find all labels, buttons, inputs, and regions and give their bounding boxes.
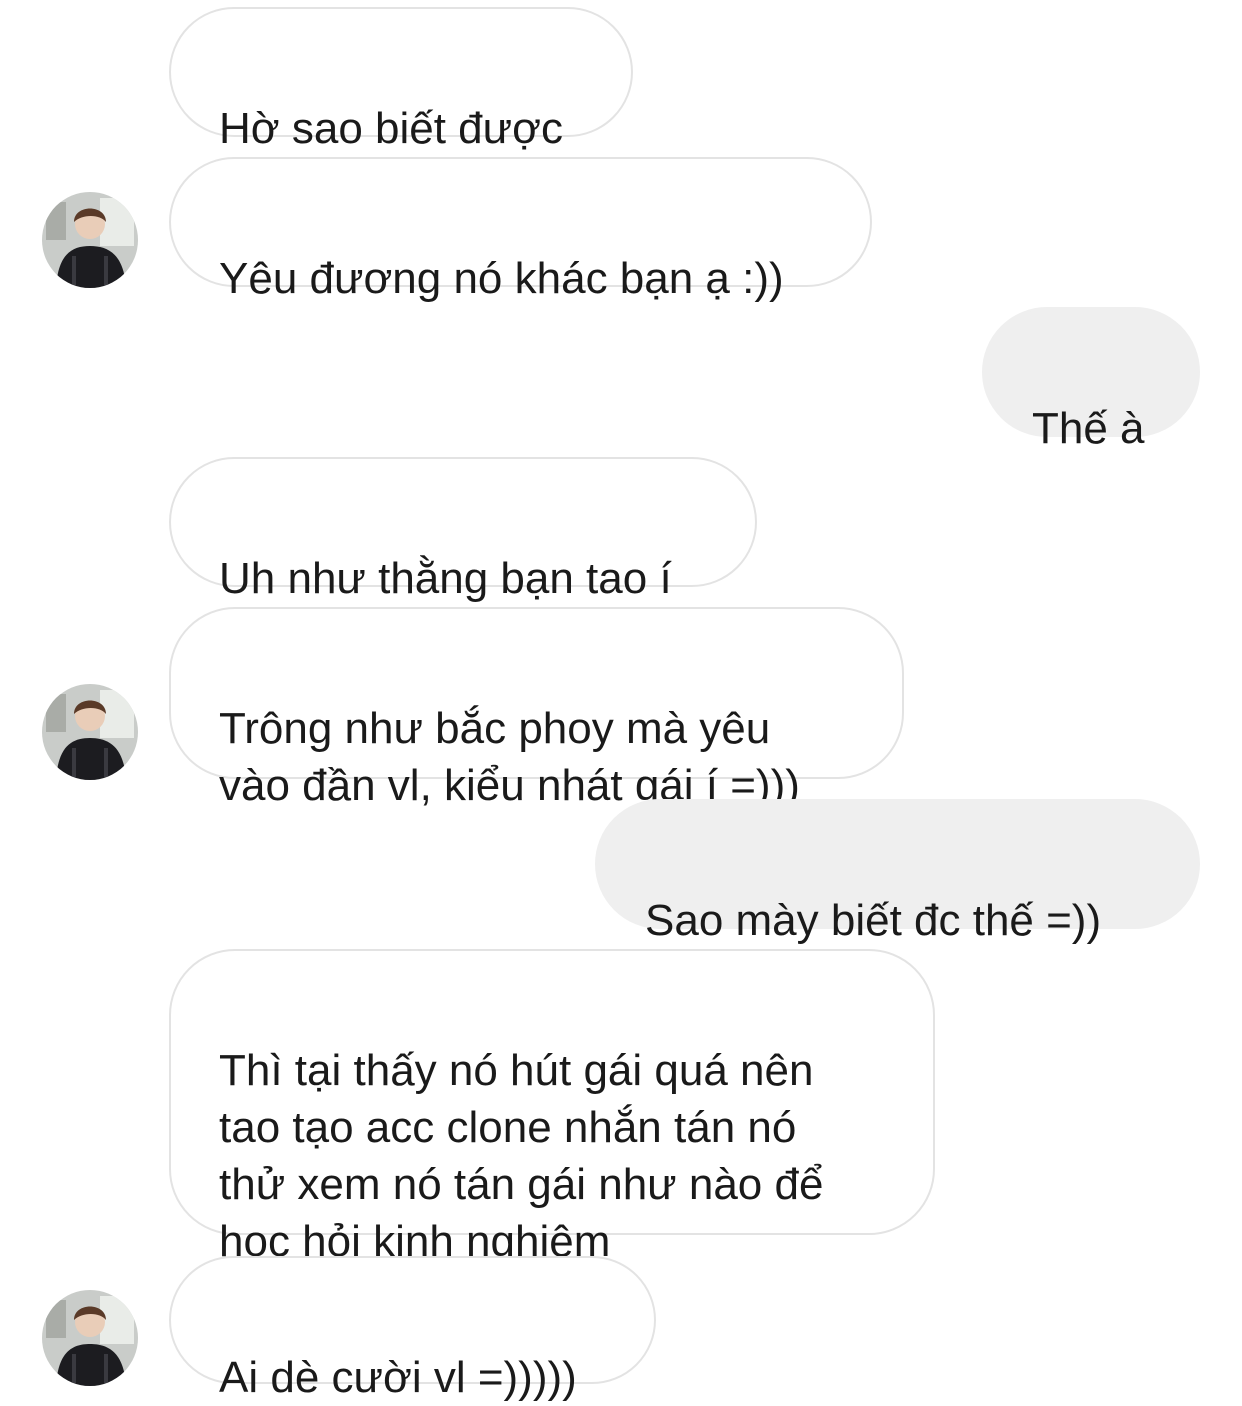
avatar[interactable] (42, 1290, 138, 1386)
message-text: Uh như thằng bạn tao í (219, 554, 672, 603)
message-bubble-incoming[interactable]: Trông như bắc phoy mà yêu vào đần vl, ki… (169, 607, 904, 810)
message-text: Yêu đương nó khác bạn ạ :)) (219, 254, 784, 303)
message-bubble-incoming[interactable]: Yêu đương nó khác bạn ạ :)) (169, 157, 872, 303)
message-bubble-outgoing[interactable]: Thế à (982, 307, 1200, 453)
message-bubble-incoming[interactable]: Thì tại thấy nó hút gái quá nên tao tạo … (169, 949, 935, 1266)
message-text: Hờ sao biết được (219, 104, 563, 153)
avatar[interactable] (42, 192, 138, 288)
message-bubble-outgoing[interactable]: Sao mày biết đc thế =)) (595, 799, 1200, 945)
message-text: Ai dè cười vl =))))) (219, 1353, 577, 1402)
message-text: Trông như bắc phoy mà yêu vào đần vl, ki… (219, 704, 800, 810)
message-bubble-incoming[interactable]: Uh như thằng bạn tao í (169, 457, 757, 603)
message-text: Sao mày biết đc thế =)) (645, 896, 1102, 945)
avatar[interactable] (42, 684, 138, 780)
message-bubble-incoming[interactable]: Hờ sao biết được (169, 7, 633, 153)
message-bubble-incoming[interactable]: Ai dè cười vl =))))) (169, 1256, 656, 1402)
message-text: Thế à (1032, 404, 1145, 453)
message-text: Thì tại thấy nó hút gái quá nên tao tạo … (219, 1046, 824, 1266)
